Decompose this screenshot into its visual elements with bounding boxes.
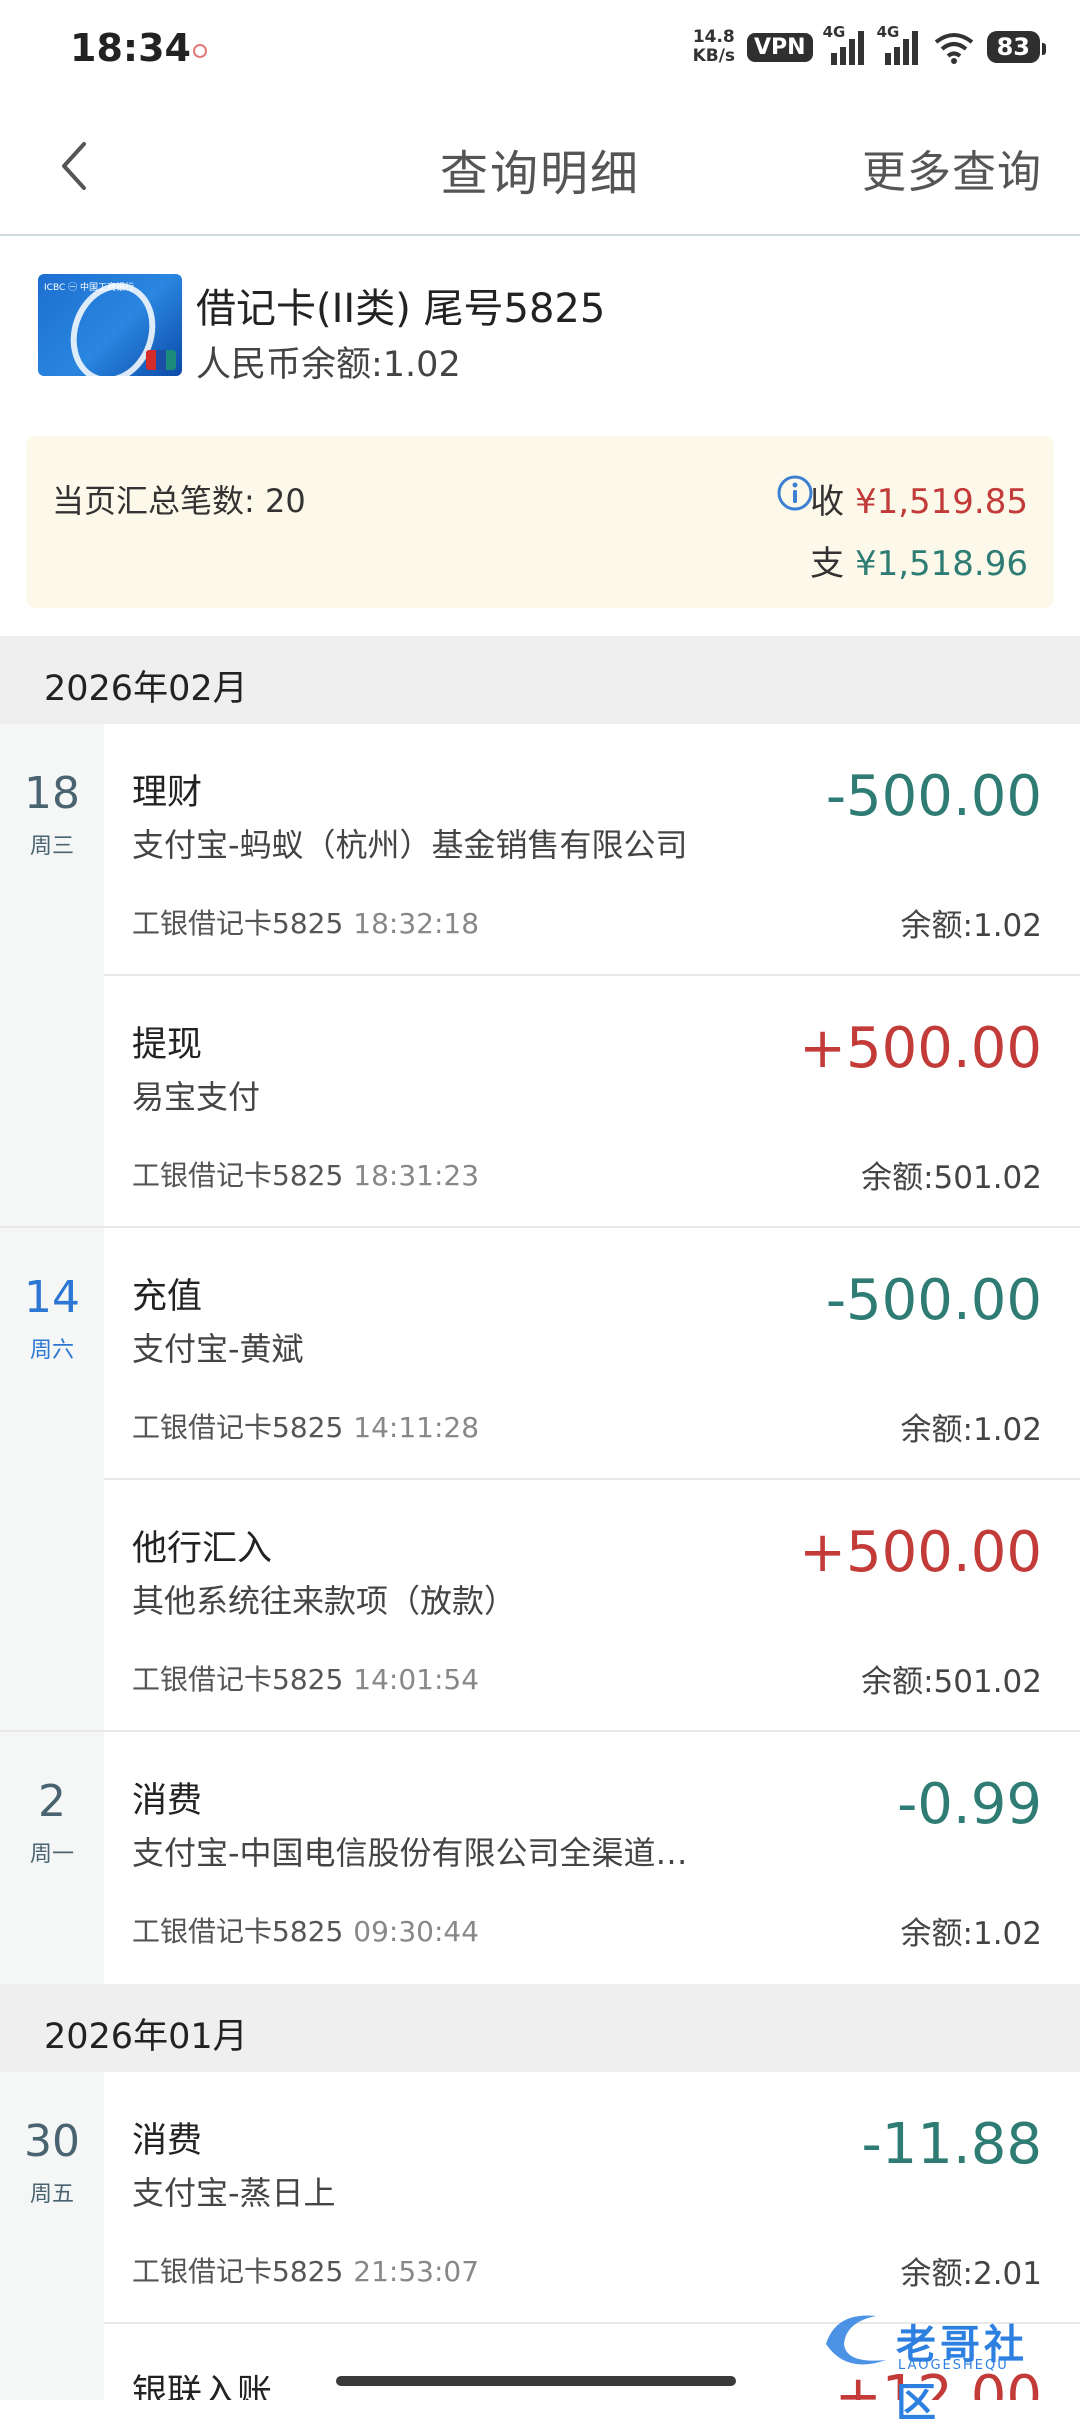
transaction-card: 工银借记卡5825 09:30:44	[132, 1915, 480, 1948]
date-day: 30	[24, 2116, 80, 2167]
transaction-row[interactable]: 充值 支付宝-黄斌 工银借记卡5825 14:11:28 -500.00 余额:1…	[104, 1228, 1080, 1480]
transaction-amount: -500.00	[825, 764, 1042, 829]
signal-4g-icon-2: 4G	[877, 23, 921, 65]
transaction-card: 工银借记卡5825 18:32:18	[132, 907, 480, 940]
summary-income: 收 ¥1,519.85	[810, 474, 1028, 523]
transaction-party: 支付宝-黄斌	[132, 1330, 304, 1368]
transaction-card: 工银借记卡5825 18:31:23	[132, 1159, 480, 1192]
battery-icon: 83	[986, 31, 1047, 63]
transaction-balance: 余额:2.01	[900, 2256, 1042, 2292]
transaction-time: 18:31:23	[353, 1159, 480, 1192]
transaction-row[interactable]: 提现 易宝支付 工银借记卡5825 18:31:23 +500.00 余额:501…	[0, 976, 1080, 1228]
transaction-amount: +500.00	[799, 1016, 1042, 1081]
transaction-party: 支付宝-中国电信股份有限公司全渠道…	[132, 1834, 688, 1872]
transaction-amount: -500.00	[825, 1268, 1042, 1333]
transaction-time: 21:53:07	[353, 2255, 480, 2288]
expense-amount: ¥1,518.96	[854, 544, 1028, 584]
transaction-card: 工银借记卡5825 14:11:28	[132, 1411, 480, 1444]
month-label: 2026年01月	[44, 2017, 248, 2057]
vpn-badge: VPN	[747, 32, 813, 62]
transaction-time: 14:11:28	[353, 1411, 480, 1444]
month-header: 2026年02月	[0, 636, 1080, 724]
debit-card-image: ICBC ㊀ 中国工商银行	[38, 274, 182, 376]
account-header: ICBC ㊀ 中国工商银行 借记卡(II类) 尾号5825 人民币余额:1.02	[0, 236, 1080, 426]
network-speed-unit: KB/s	[692, 46, 736, 66]
transaction-card: 工银借记卡5825 14:01:54	[132, 1663, 480, 1696]
summary-count: 当页汇总笔数: 20	[52, 482, 306, 520]
transaction-type: 提现	[132, 1025, 203, 1065]
account-balance: 人民币余额:1.02	[196, 345, 461, 385]
summary-expense: 支 ¥1,518.96	[810, 536, 1028, 585]
signal-4g-icon: 4G	[823, 23, 867, 65]
transaction-balance: 余额:1.02	[900, 908, 1042, 944]
status-bar: 18:34 14.8 KB/s VPN 4G 4G 83	[0, 0, 1080, 96]
nav-bar: 查询明细 更多查询	[0, 96, 1080, 236]
transaction-balance: 余额:1.02	[900, 1412, 1042, 1448]
status-time: 18:34	[70, 26, 191, 70]
signal-label: 4G	[822, 23, 846, 41]
transaction-party: 易宝支付	[132, 1078, 261, 1116]
transaction-amount: +500.00	[799, 1520, 1042, 1585]
date-day: 2	[38, 1776, 66, 1827]
transaction-time: 09:30:44	[353, 1915, 480, 1948]
transaction-row[interactable]: 他行汇入 其他系统往来款项（放款） 工银借记卡5825 14:01:54 +500…	[0, 1480, 1080, 1732]
notification-dot-icon	[193, 44, 207, 58]
page-summary: 当页汇总笔数: 20 收 ¥1,519.85 支 ¥1,518.96	[26, 436, 1054, 608]
status-icons: 14.8 KB/s VPN 4G 4G 83	[693, 23, 1047, 70]
transaction-type: 充值	[132, 1277, 203, 1317]
more-query-button[interactable]: 更多查询	[862, 136, 1042, 200]
home-indicator[interactable]	[336, 2376, 736, 2386]
income-amount: ¥1,519.85	[854, 482, 1028, 522]
month-label: 2026年02月	[44, 669, 248, 709]
transaction-row[interactable]: 理财 支付宝-蚂蚁（杭州）基金销售有限公司 工银借记卡5825 18:32:18 …	[104, 724, 1080, 976]
date-weekday: 周一	[29, 1842, 74, 1867]
transaction-party: 支付宝-蒸日上	[132, 2174, 336, 2212]
date-column: 14 周六	[0, 1228, 104, 1732]
transaction-party: 其他系统往来款项（放款）	[132, 1582, 517, 1620]
transaction-party: 支付宝-蚂蚁（杭州）基金销售有限公司	[132, 826, 688, 864]
date-column: 18 周三	[0, 724, 104, 1228]
watermark-logo: 老哥社区 LAOGESHEQU	[816, 2300, 1066, 2426]
month-header: 2026年01月	[0, 1984, 1080, 2072]
transaction-type: 银联入账	[132, 2373, 273, 2400]
transaction-type: 消费	[132, 1781, 203, 1821]
network-speed-value: 14.8	[692, 27, 735, 47]
transaction-card: 工银借记卡5825 21:53:07	[132, 2255, 480, 2288]
signal-label-2: 4G	[876, 23, 900, 41]
watermark-subtext: LAOGESHEQU	[898, 2358, 1009, 2373]
transaction-type: 他行汇入	[132, 1529, 273, 1569]
transaction-row[interactable]: 消费 支付宝-蒸日上 工银借记卡5825 21:53:07 -11.88 余额:2…	[104, 2072, 1080, 2324]
income-label: 收	[810, 482, 845, 522]
transaction-row[interactable]: 消费 支付宝-中国电信股份有限公司全渠道… 工银借记卡5825 09:30:44 …	[104, 1732, 1080, 1984]
date-day: 18	[24, 768, 80, 819]
transaction-type: 理财	[132, 773, 203, 813]
date-weekday: 周五	[29, 2182, 74, 2207]
transaction-balance: 余额:1.02	[900, 1916, 1042, 1952]
transaction-time: 18:32:18	[353, 907, 480, 940]
wifi-icon	[934, 33, 973, 64]
account-title: 借记卡(II类) 尾号5825	[196, 286, 606, 332]
unionpay-logo-icon	[146, 350, 176, 370]
network-speed: 14.8 KB/s	[693, 28, 735, 66]
date-weekday: 周三	[29, 834, 74, 859]
transaction-amount: -0.99	[897, 1772, 1042, 1837]
transaction-amount: -11.88	[861, 2112, 1042, 2177]
date-column: 30 周五	[0, 2072, 104, 2400]
watermark-swirl-icon	[826, 2315, 886, 2365]
date-column: 2 周一	[0, 1732, 104, 1984]
transaction-balance: 余额:501.02	[861, 1664, 1042, 1700]
expense-label: 支	[810, 544, 845, 584]
date-day: 14	[24, 1272, 80, 1323]
info-icon[interactable]	[776, 474, 814, 512]
transaction-balance: 余额:501.02	[861, 1160, 1042, 1196]
transaction-time: 14:01:54	[353, 1663, 480, 1696]
transaction-type: 消费	[132, 2121, 203, 2161]
date-weekday: 周六	[29, 1338, 74, 1363]
